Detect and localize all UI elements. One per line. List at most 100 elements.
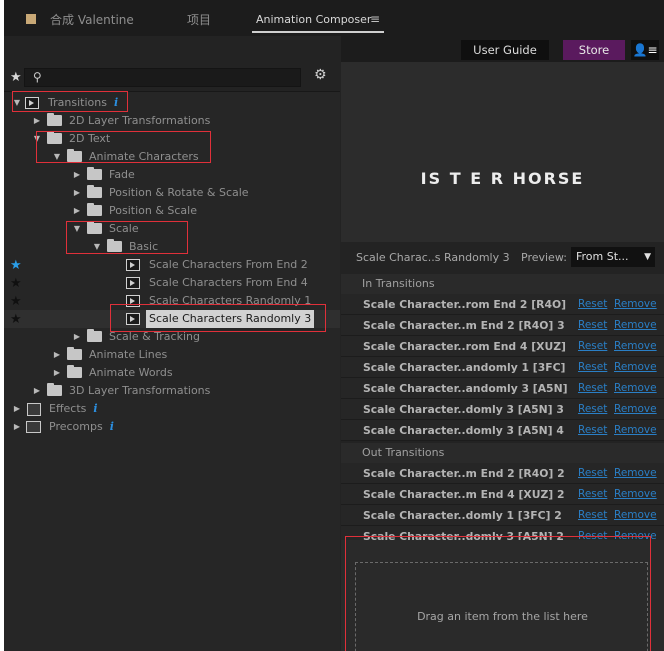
preview-mode-select[interactable]: From St... ▼ [571, 247, 655, 267]
tree-item-transitions[interactable]: ▼ Transitions i [4, 94, 340, 112]
preview-bar: Scale Charac..s Randomly 3 Preview: From… [341, 244, 664, 270]
collapse-triangle-icon[interactable]: ▶ [52, 346, 62, 364]
remove-link[interactable]: Remove [614, 298, 657, 310]
preset-preview: IS T E R HORSE [341, 62, 664, 242]
collapse-triangle-icon[interactable]: ▶ [72, 328, 82, 346]
reset-link[interactable]: Reset [578, 403, 607, 415]
tree-label: Effects i [49, 402, 98, 415]
animation-composer-app: 合成 Valentine 项目 Animation Composer ≡ ★ ⚲… [4, 0, 664, 651]
expand-triangle-icon[interactable]: ▼ [32, 130, 42, 148]
out-transitions-header: Out Transitions [341, 443, 664, 463]
tree-item-2d-layer-transformations[interactable]: ▶ 2D Layer Transformations [4, 112, 340, 130]
drop-zone[interactable]: Drag an item from the list here [355, 562, 648, 651]
tab-animation-composer-label: Animation Composer [256, 12, 372, 26]
remove-link[interactable]: Remove [614, 424, 657, 436]
info-icon[interactable]: i [110, 420, 114, 433]
expand-triangle-icon[interactable]: ▼ [12, 94, 22, 112]
remove-link[interactable]: Remove [614, 361, 657, 373]
reset-link[interactable]: Reset [578, 488, 607, 500]
transition-row[interactable]: Scale Character..domly 1 [3FC] 2 Reset Rem… [341, 505, 664, 526]
transition-name: Scale Character..rom End 4 [XUZ] [363, 340, 566, 353]
folder-icon [87, 185, 102, 198]
folder-icon [107, 239, 122, 252]
tab-composition[interactable]: 合成 Valentine [26, 9, 134, 29]
tree-item-basic[interactable]: ▼ Basic [4, 238, 340, 256]
tree-item-animate-words[interactable]: ▶ Animate Words [4, 364, 340, 382]
favorite-star-icon[interactable]: ★ [10, 294, 22, 309]
reset-link[interactable]: Reset [578, 340, 607, 352]
transition-row[interactable]: Scale Character..andomly 3 [A5N] Reset Rem… [341, 378, 664, 399]
store-button[interactable]: Store [563, 40, 625, 60]
collapse-triangle-icon[interactable]: ▶ [32, 382, 42, 400]
tree-item-3d-layer-transformations[interactable]: ▶ 3D Layer Transformations [4, 382, 340, 400]
info-icon[interactable]: i [93, 402, 97, 415]
preset-icon [126, 259, 140, 271]
tree-item-position-rotate-scale[interactable]: ▶ Position & Rotate & Scale [4, 184, 340, 202]
tree-item-scale-characters-from-end-4[interactable]: ★ Scale Characters From End 4 [4, 274, 340, 292]
transition-row[interactable]: Scale Character..m End 2 [R4O] 3 Reset Rem… [341, 315, 664, 336]
panel-menu-icon[interactable]: ≡ [370, 9, 380, 29]
reset-link[interactable]: Reset [578, 467, 607, 479]
tree-item-precomps[interactable]: ▶ Precomps i [4, 418, 340, 436]
search-input[interactable]: ⚲ [24, 68, 301, 87]
tree-item-scale-tracking[interactable]: ▶ Scale & Tracking [4, 328, 340, 346]
settings-gear-icon[interactable]: ⚙ [314, 67, 327, 83]
tree-item-position-scale[interactable]: ▶ Position & Scale [4, 202, 340, 220]
favorite-star-icon[interactable]: ★ [10, 276, 22, 291]
transition-row[interactable]: Scale Character..rom End 2 [R4O] Reset Rem… [341, 294, 664, 315]
remove-link[interactable]: Remove [614, 382, 657, 394]
collapse-triangle-icon[interactable]: ▶ [52, 364, 62, 382]
collapse-triangle-icon[interactable]: ▶ [72, 184, 82, 202]
reset-link[interactable]: Reset [578, 298, 607, 310]
reset-link[interactable]: Reset [578, 382, 607, 394]
tree-label: Scale & Tracking [109, 330, 200, 343]
reset-link[interactable]: Reset [578, 319, 607, 331]
transition-row[interactable]: Scale Character..domly 3 [A5N] 3 Reset Rem… [341, 399, 664, 420]
expand-triangle-icon[interactable]: ▼ [72, 220, 82, 238]
expand-triangle-icon[interactable]: ▼ [92, 238, 102, 256]
favorite-star-icon[interactable]: ★ [10, 312, 22, 327]
favorites-filter-icon[interactable]: ★ [10, 70, 22, 85]
profile-menu-icon[interactable]: 👤≡ [631, 40, 659, 60]
collapse-triangle-icon[interactable]: ▶ [72, 166, 82, 184]
transition-row[interactable]: Scale Character..m End 2 [R4O] 2 Reset Rem… [341, 463, 664, 484]
user-guide-button[interactable]: User Guide [461, 40, 549, 60]
collapse-triangle-icon[interactable]: ▶ [32, 112, 42, 130]
reset-link[interactable]: Reset [578, 509, 607, 521]
remove-link[interactable]: Remove [614, 509, 657, 521]
collapse-triangle-icon[interactable]: ▶ [12, 418, 22, 436]
remove-link[interactable]: Remove [614, 340, 657, 352]
tree-item-scale-characters-randomly-1[interactable]: ★ Scale Characters Randomly 1 [4, 292, 340, 310]
transition-row[interactable]: Scale Character..rom End 4 [XUZ] Reset Rem… [341, 336, 664, 357]
collapse-triangle-icon[interactable]: ▶ [72, 202, 82, 220]
tree-item-2d-text[interactable]: ▼ 2D Text [4, 130, 340, 148]
expand-triangle-icon[interactable]: ▼ [52, 148, 62, 166]
tree-item-animate-lines[interactable]: ▶ Animate Lines [4, 346, 340, 364]
transition-row[interactable]: Scale Character..m End 4 [XUZ] 2 Reset Rem… [341, 484, 664, 505]
tree-item-scale-characters-from-end-2[interactable]: ★ Scale Characters From End 2 [4, 256, 340, 274]
info-icon[interactable]: i [114, 96, 118, 109]
reset-link[interactable]: Reset [578, 361, 607, 373]
reset-link[interactable]: Reset [578, 424, 607, 436]
remove-link[interactable]: Remove [614, 403, 657, 415]
transition-name: Scale Character..m End 2 [R4O] 3 [363, 319, 565, 332]
collapse-triangle-icon[interactable]: ▶ [12, 400, 22, 418]
tree-item-scale-characters-randomly-3[interactable]: ★ Scale Characters Randomly 3 [4, 310, 340, 328]
transition-row[interactable]: Scale Character..andomly 1 [3FC] Reset Rem… [341, 357, 664, 378]
tab-animation-composer[interactable]: Animation Composer [256, 9, 371, 29]
tree-label: Transitions i [48, 96, 119, 109]
transition-name: Scale Character..andomly 3 [A5N] [363, 382, 568, 395]
tab-project-label: 项目 [187, 12, 212, 27]
remove-link[interactable]: Remove [614, 467, 657, 479]
tree-item-effects[interactable]: ▶ Effects i [4, 400, 340, 418]
tree-item-fade[interactable]: ▶ Fade [4, 166, 340, 184]
tree-item-animate-characters[interactable]: ▼ Animate Characters [4, 148, 340, 166]
panel-tab-bar: 合成 Valentine 项目 Animation Composer ≡ [4, 0, 664, 36]
remove-link[interactable]: Remove [614, 319, 657, 331]
favorite-star-icon[interactable]: ★ [10, 258, 22, 273]
transition-row[interactable]: Scale Character..domly 3 [A5N] 4 Reset Rem… [341, 420, 664, 441]
remove-link[interactable]: Remove [614, 488, 657, 500]
tree-item-scale[interactable]: ▼ Scale [4, 220, 340, 238]
in-transitions-header: In Transitions [341, 274, 664, 294]
tab-project[interactable]: 项目 [187, 9, 211, 29]
